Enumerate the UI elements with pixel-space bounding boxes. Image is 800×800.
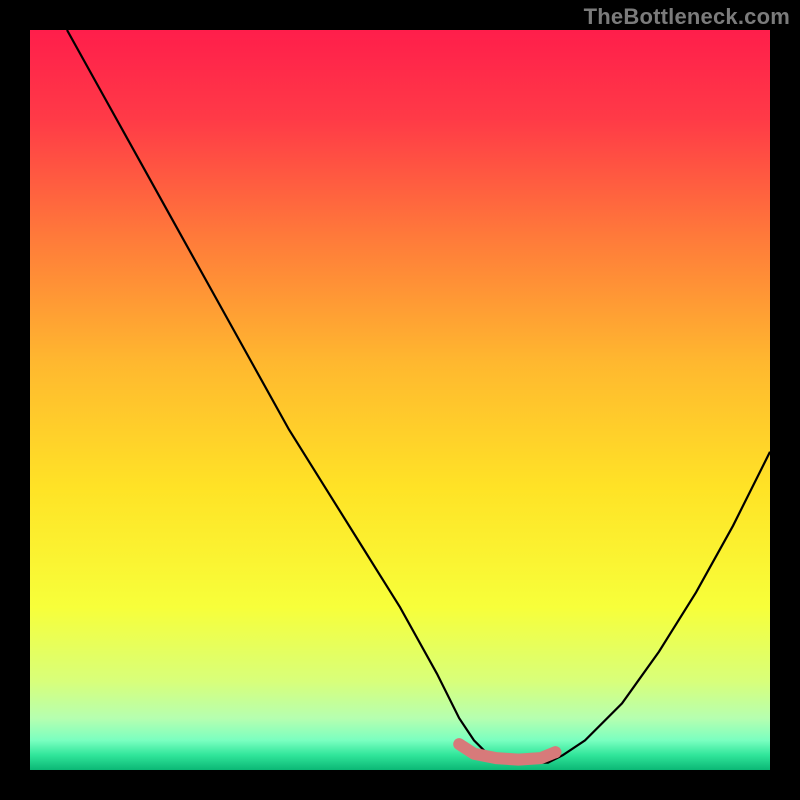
plot-area bbox=[30, 30, 770, 770]
bottleneck-curve bbox=[67, 30, 770, 763]
curve-layer bbox=[30, 30, 770, 770]
watermark-text: TheBottleneck.com bbox=[584, 4, 790, 30]
flat-zone-end-dot bbox=[549, 746, 561, 758]
chart-frame: TheBottleneck.com bbox=[0, 0, 800, 800]
flat-zone-highlight bbox=[459, 744, 555, 760]
